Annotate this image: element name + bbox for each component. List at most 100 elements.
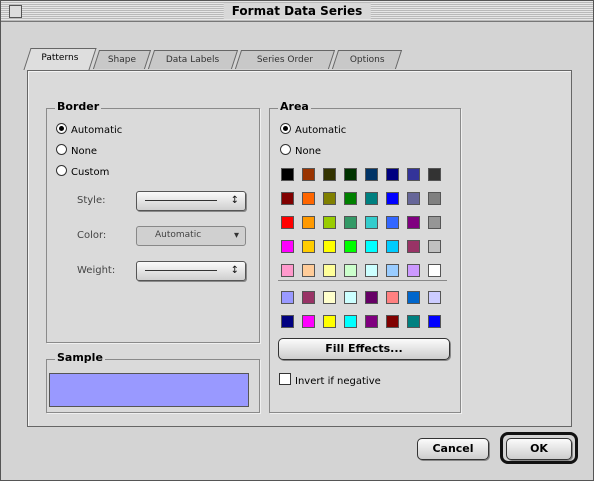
color-swatch[interactable] bbox=[365, 264, 378, 277]
area-none-label: None bbox=[295, 146, 322, 157]
border-automatic-radio[interactable]: Automatic bbox=[56, 123, 122, 137]
color-swatch[interactable] bbox=[281, 168, 294, 181]
color-swatch[interactable] bbox=[281, 216, 294, 229]
format-data-series-dialog: Format Data Series Patterns Shape Data L… bbox=[0, 0, 594, 481]
color-swatch[interactable] bbox=[323, 168, 336, 181]
palette-separator bbox=[278, 280, 447, 281]
color-swatch[interactable] bbox=[407, 264, 420, 277]
color-swatch[interactable] bbox=[365, 291, 378, 304]
cancel-button[interactable]: Cancel bbox=[417, 438, 489, 460]
border-group-label: Border bbox=[55, 100, 102, 114]
color-swatch[interactable] bbox=[386, 168, 399, 181]
title-bar[interactable]: Format Data Series bbox=[1, 1, 593, 22]
color-swatch[interactable] bbox=[344, 291, 357, 304]
radio-unselected-icon bbox=[56, 165, 67, 176]
border-custom-radio[interactable]: Custom bbox=[56, 165, 109, 179]
popup-arrows-icon: ↕ bbox=[230, 265, 239, 276]
radio-unselected-icon bbox=[56, 144, 67, 155]
border-none-radio[interactable]: None bbox=[56, 144, 97, 158]
color-swatch[interactable] bbox=[365, 216, 378, 229]
sample-group-label: Sample bbox=[55, 351, 105, 365]
border-automatic-label: Automatic bbox=[71, 125, 123, 136]
color-swatch[interactable] bbox=[386, 192, 399, 205]
color-swatch[interactable] bbox=[407, 240, 420, 253]
color-swatch[interactable] bbox=[344, 264, 357, 277]
color-swatch[interactable] bbox=[386, 315, 399, 328]
color-swatch[interactable] bbox=[323, 216, 336, 229]
radio-selected-icon bbox=[280, 123, 291, 134]
fill-effects-button[interactable]: Fill Effects... bbox=[278, 338, 450, 360]
area-group-label: Area bbox=[278, 100, 311, 114]
invert-if-negative-label: Invert if negative bbox=[295, 376, 381, 387]
color-swatch[interactable] bbox=[386, 240, 399, 253]
color-swatch[interactable] bbox=[281, 240, 294, 253]
color-swatch[interactable] bbox=[407, 291, 420, 304]
color-swatch[interactable] bbox=[365, 240, 378, 253]
area-none-radio[interactable]: None bbox=[280, 144, 321, 158]
close-box-icon[interactable] bbox=[9, 5, 22, 18]
color-swatch[interactable] bbox=[323, 291, 336, 304]
color-swatch[interactable] bbox=[281, 291, 294, 304]
tab-shape[interactable]: Shape bbox=[92, 50, 152, 69]
color-popup[interactable]: Automatic ▾ bbox=[136, 226, 246, 246]
color-swatch[interactable] bbox=[428, 192, 441, 205]
color-swatch[interactable] bbox=[386, 216, 399, 229]
color-swatch[interactable] bbox=[428, 291, 441, 304]
tab-data-labels[interactable]: Data Labels bbox=[147, 50, 239, 69]
color-label: Color: bbox=[77, 230, 107, 241]
color-swatch[interactable] bbox=[428, 264, 441, 277]
checkbox-unchecked-icon bbox=[279, 373, 291, 385]
style-label: Style: bbox=[77, 195, 106, 206]
color-swatch[interactable] bbox=[323, 264, 336, 277]
color-swatch[interactable] bbox=[365, 315, 378, 328]
color-swatch[interactable] bbox=[323, 315, 336, 328]
color-swatch[interactable] bbox=[302, 264, 315, 277]
radio-selected-icon bbox=[56, 123, 67, 134]
ok-button[interactable]: OK bbox=[506, 438, 572, 460]
color-swatch[interactable] bbox=[407, 216, 420, 229]
border-none-label: None bbox=[71, 146, 98, 157]
weight-label: Weight: bbox=[77, 265, 116, 276]
color-swatch[interactable] bbox=[302, 192, 315, 205]
area-automatic-label: Automatic bbox=[295, 125, 347, 136]
tab-series-order[interactable]: Series Order bbox=[234, 50, 336, 69]
color-swatch[interactable] bbox=[302, 240, 315, 253]
color-swatch[interactable] bbox=[344, 216, 357, 229]
color-popup-value: Automatic bbox=[155, 230, 202, 240]
color-swatch[interactable] bbox=[281, 315, 294, 328]
color-swatch[interactable] bbox=[344, 192, 357, 205]
color-swatch[interactable] bbox=[344, 168, 357, 181]
color-swatch[interactable] bbox=[302, 216, 315, 229]
color-swatch[interactable] bbox=[386, 264, 399, 277]
color-swatch[interactable] bbox=[302, 168, 315, 181]
color-swatch[interactable] bbox=[323, 192, 336, 205]
color-swatch[interactable] bbox=[302, 315, 315, 328]
color-swatch[interactable] bbox=[323, 240, 336, 253]
color-swatch[interactable] bbox=[365, 168, 378, 181]
color-swatch[interactable] bbox=[407, 192, 420, 205]
line-weight-preview bbox=[145, 270, 217, 271]
tab-strip: Patterns Shape Data Labels Series Order … bbox=[23, 48, 583, 72]
color-swatch[interactable] bbox=[407, 168, 420, 181]
color-swatch[interactable] bbox=[386, 291, 399, 304]
color-swatch[interactable] bbox=[428, 168, 441, 181]
color-swatch[interactable] bbox=[281, 264, 294, 277]
color-swatch[interactable] bbox=[428, 216, 441, 229]
popup-arrows-icon: ↕ bbox=[230, 195, 239, 206]
color-swatch[interactable] bbox=[407, 315, 420, 328]
border-custom-label: Custom bbox=[71, 167, 110, 178]
color-swatch[interactable] bbox=[302, 291, 315, 304]
line-style-preview bbox=[145, 200, 217, 201]
weight-popup[interactable]: ↕ bbox=[136, 261, 246, 281]
invert-if-negative-checkbox[interactable]: Invert if negative bbox=[279, 373, 381, 387]
color-swatch[interactable] bbox=[281, 192, 294, 205]
color-swatch[interactable] bbox=[428, 240, 441, 253]
color-swatch[interactable] bbox=[428, 315, 441, 328]
tab-options[interactable]: Options bbox=[331, 50, 403, 69]
style-popup[interactable]: ↕ bbox=[136, 191, 246, 211]
color-swatch[interactable] bbox=[344, 240, 357, 253]
area-automatic-radio[interactable]: Automatic bbox=[280, 123, 346, 137]
color-swatch[interactable] bbox=[344, 315, 357, 328]
tab-patterns[interactable]: Patterns bbox=[23, 48, 97, 70]
color-swatch[interactable] bbox=[365, 192, 378, 205]
